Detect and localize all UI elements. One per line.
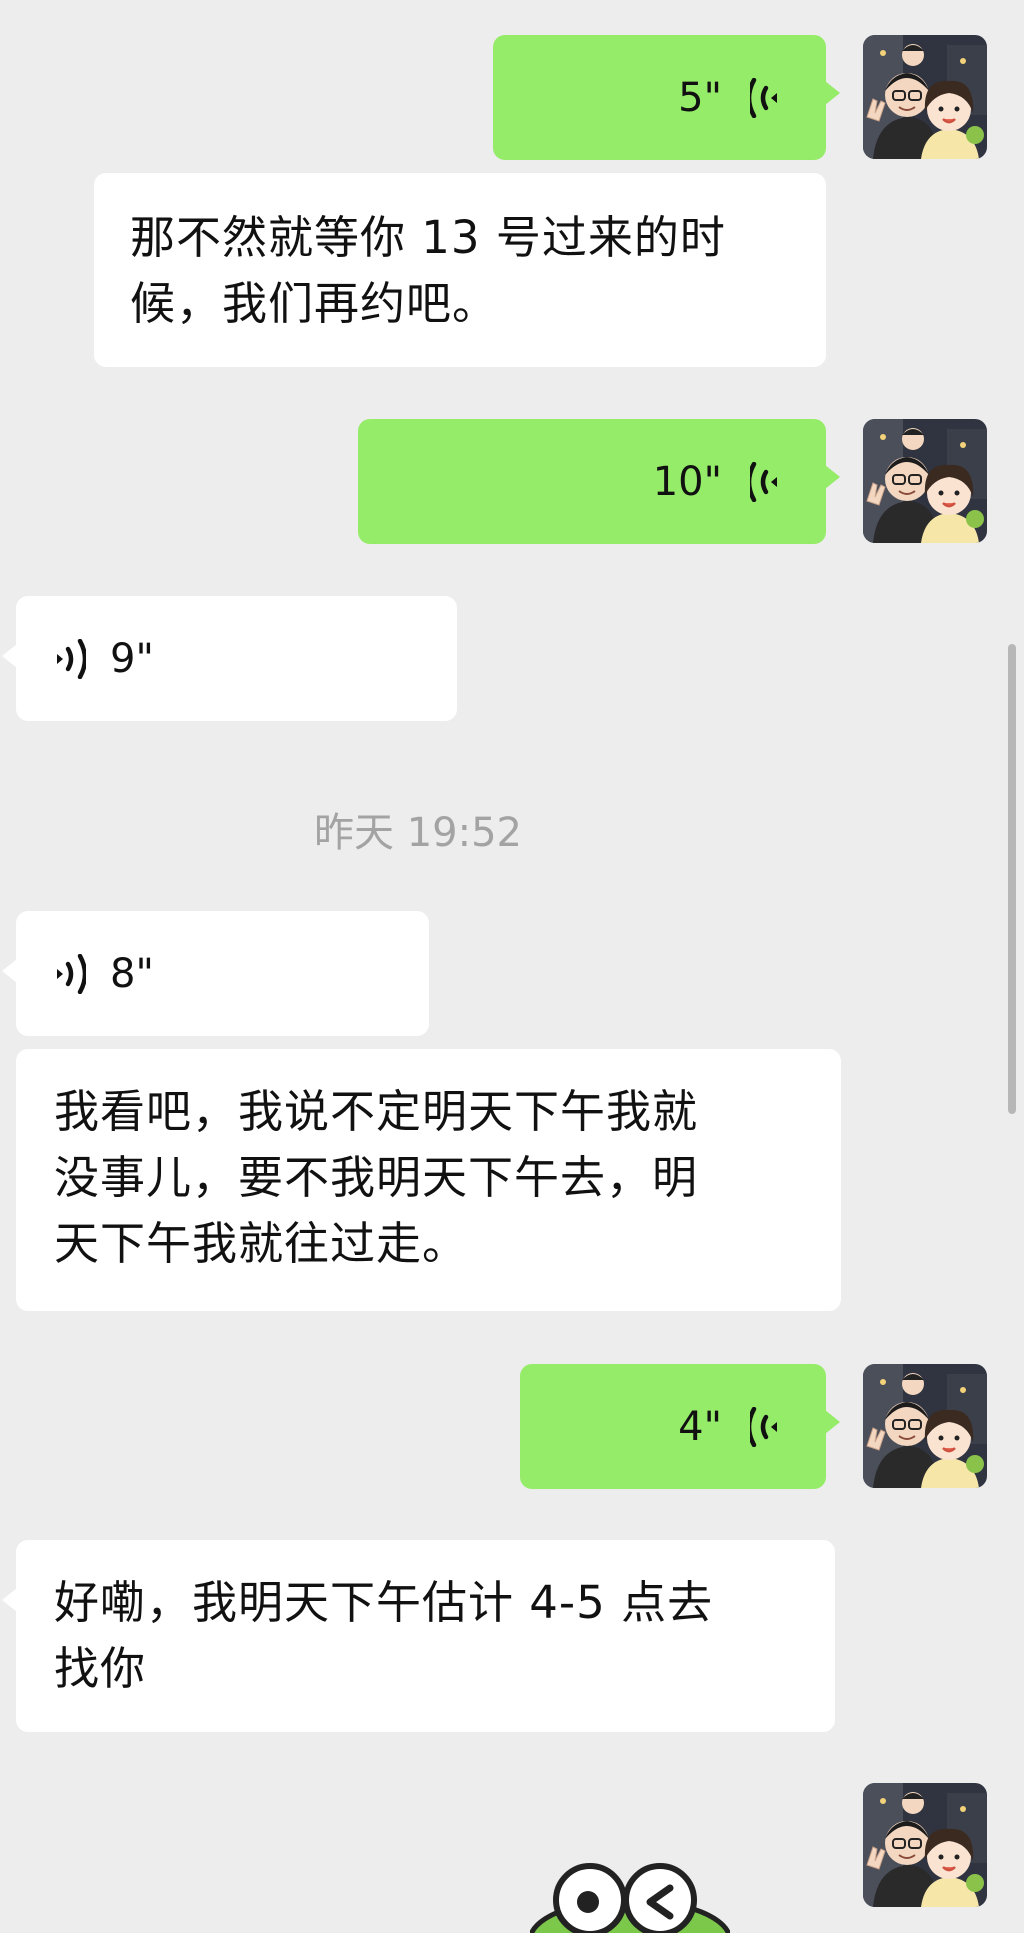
- avatar[interactable]: [863, 35, 987, 159]
- voice-content: 4": [678, 1364, 782, 1489]
- outgoing-voice-message[interactable]: 5": [493, 35, 840, 160]
- text-message[interactable]: 好嘞，我明天下午估计 4-5 点去 找你: [2, 1540, 835, 1732]
- voice-wave-icon: [750, 78, 782, 118]
- voice-duration: 5": [678, 74, 722, 121]
- cartoon-couple-avatar-icon: [863, 1364, 987, 1488]
- voice-duration: 10": [652, 458, 722, 505]
- incoming-voice-message[interactable]: 9": [2, 596, 457, 721]
- message-text: 好嘞，我明天下午估计 4-5 点去 找你: [54, 1576, 714, 1695]
- voice-content: 5": [678, 35, 782, 160]
- voice-wave-icon: [750, 462, 782, 502]
- cartoon-couple-avatar-icon: [863, 35, 987, 159]
- avatar[interactable]: [863, 1783, 987, 1907]
- scrollbar[interactable]: [1008, 644, 1016, 1114]
- frog-sticker-icon[interactable]: [530, 1860, 730, 1933]
- voice-content: 8": [54, 911, 154, 1036]
- cartoon-couple-avatar-icon: [863, 419, 987, 543]
- voice-wave-icon: [750, 1407, 782, 1447]
- outgoing-voice-message[interactable]: 4": [520, 1364, 840, 1489]
- voice-content: 9": [54, 596, 154, 721]
- timestamp: 昨天 19:52: [314, 810, 522, 856]
- avatar[interactable]: [863, 1364, 987, 1488]
- voice-wave-icon: [54, 639, 86, 679]
- text-message[interactable]: 我看吧，我说不定明天下午我就 没事儿，要不我明天下午去，明 天下午我就往过走。: [16, 1049, 841, 1311]
- voice-content: 10": [653, 419, 782, 544]
- outgoing-voice-message[interactable]: 10": [358, 419, 840, 544]
- voice-duration: 4": [678, 1403, 722, 1450]
- voice-duration: 8": [110, 950, 154, 997]
- text-message[interactable]: 那不然就等你 13 号过来的时 候，我们再约吧。: [94, 173, 826, 367]
- incoming-voice-message[interactable]: 8": [2, 911, 429, 1036]
- message-text: 我看吧，我说不定明天下午我就 没事儿，要不我明天下午去，明 天下午我就往过走。: [54, 1085, 699, 1270]
- voice-duration: 9": [110, 635, 154, 682]
- avatar[interactable]: [863, 419, 987, 543]
- voice-wave-icon: [54, 954, 86, 994]
- cartoon-couple-avatar-icon: [863, 1783, 987, 1907]
- message-text: 那不然就等你 13 号过来的时 候，我们再约吧。: [130, 211, 726, 330]
